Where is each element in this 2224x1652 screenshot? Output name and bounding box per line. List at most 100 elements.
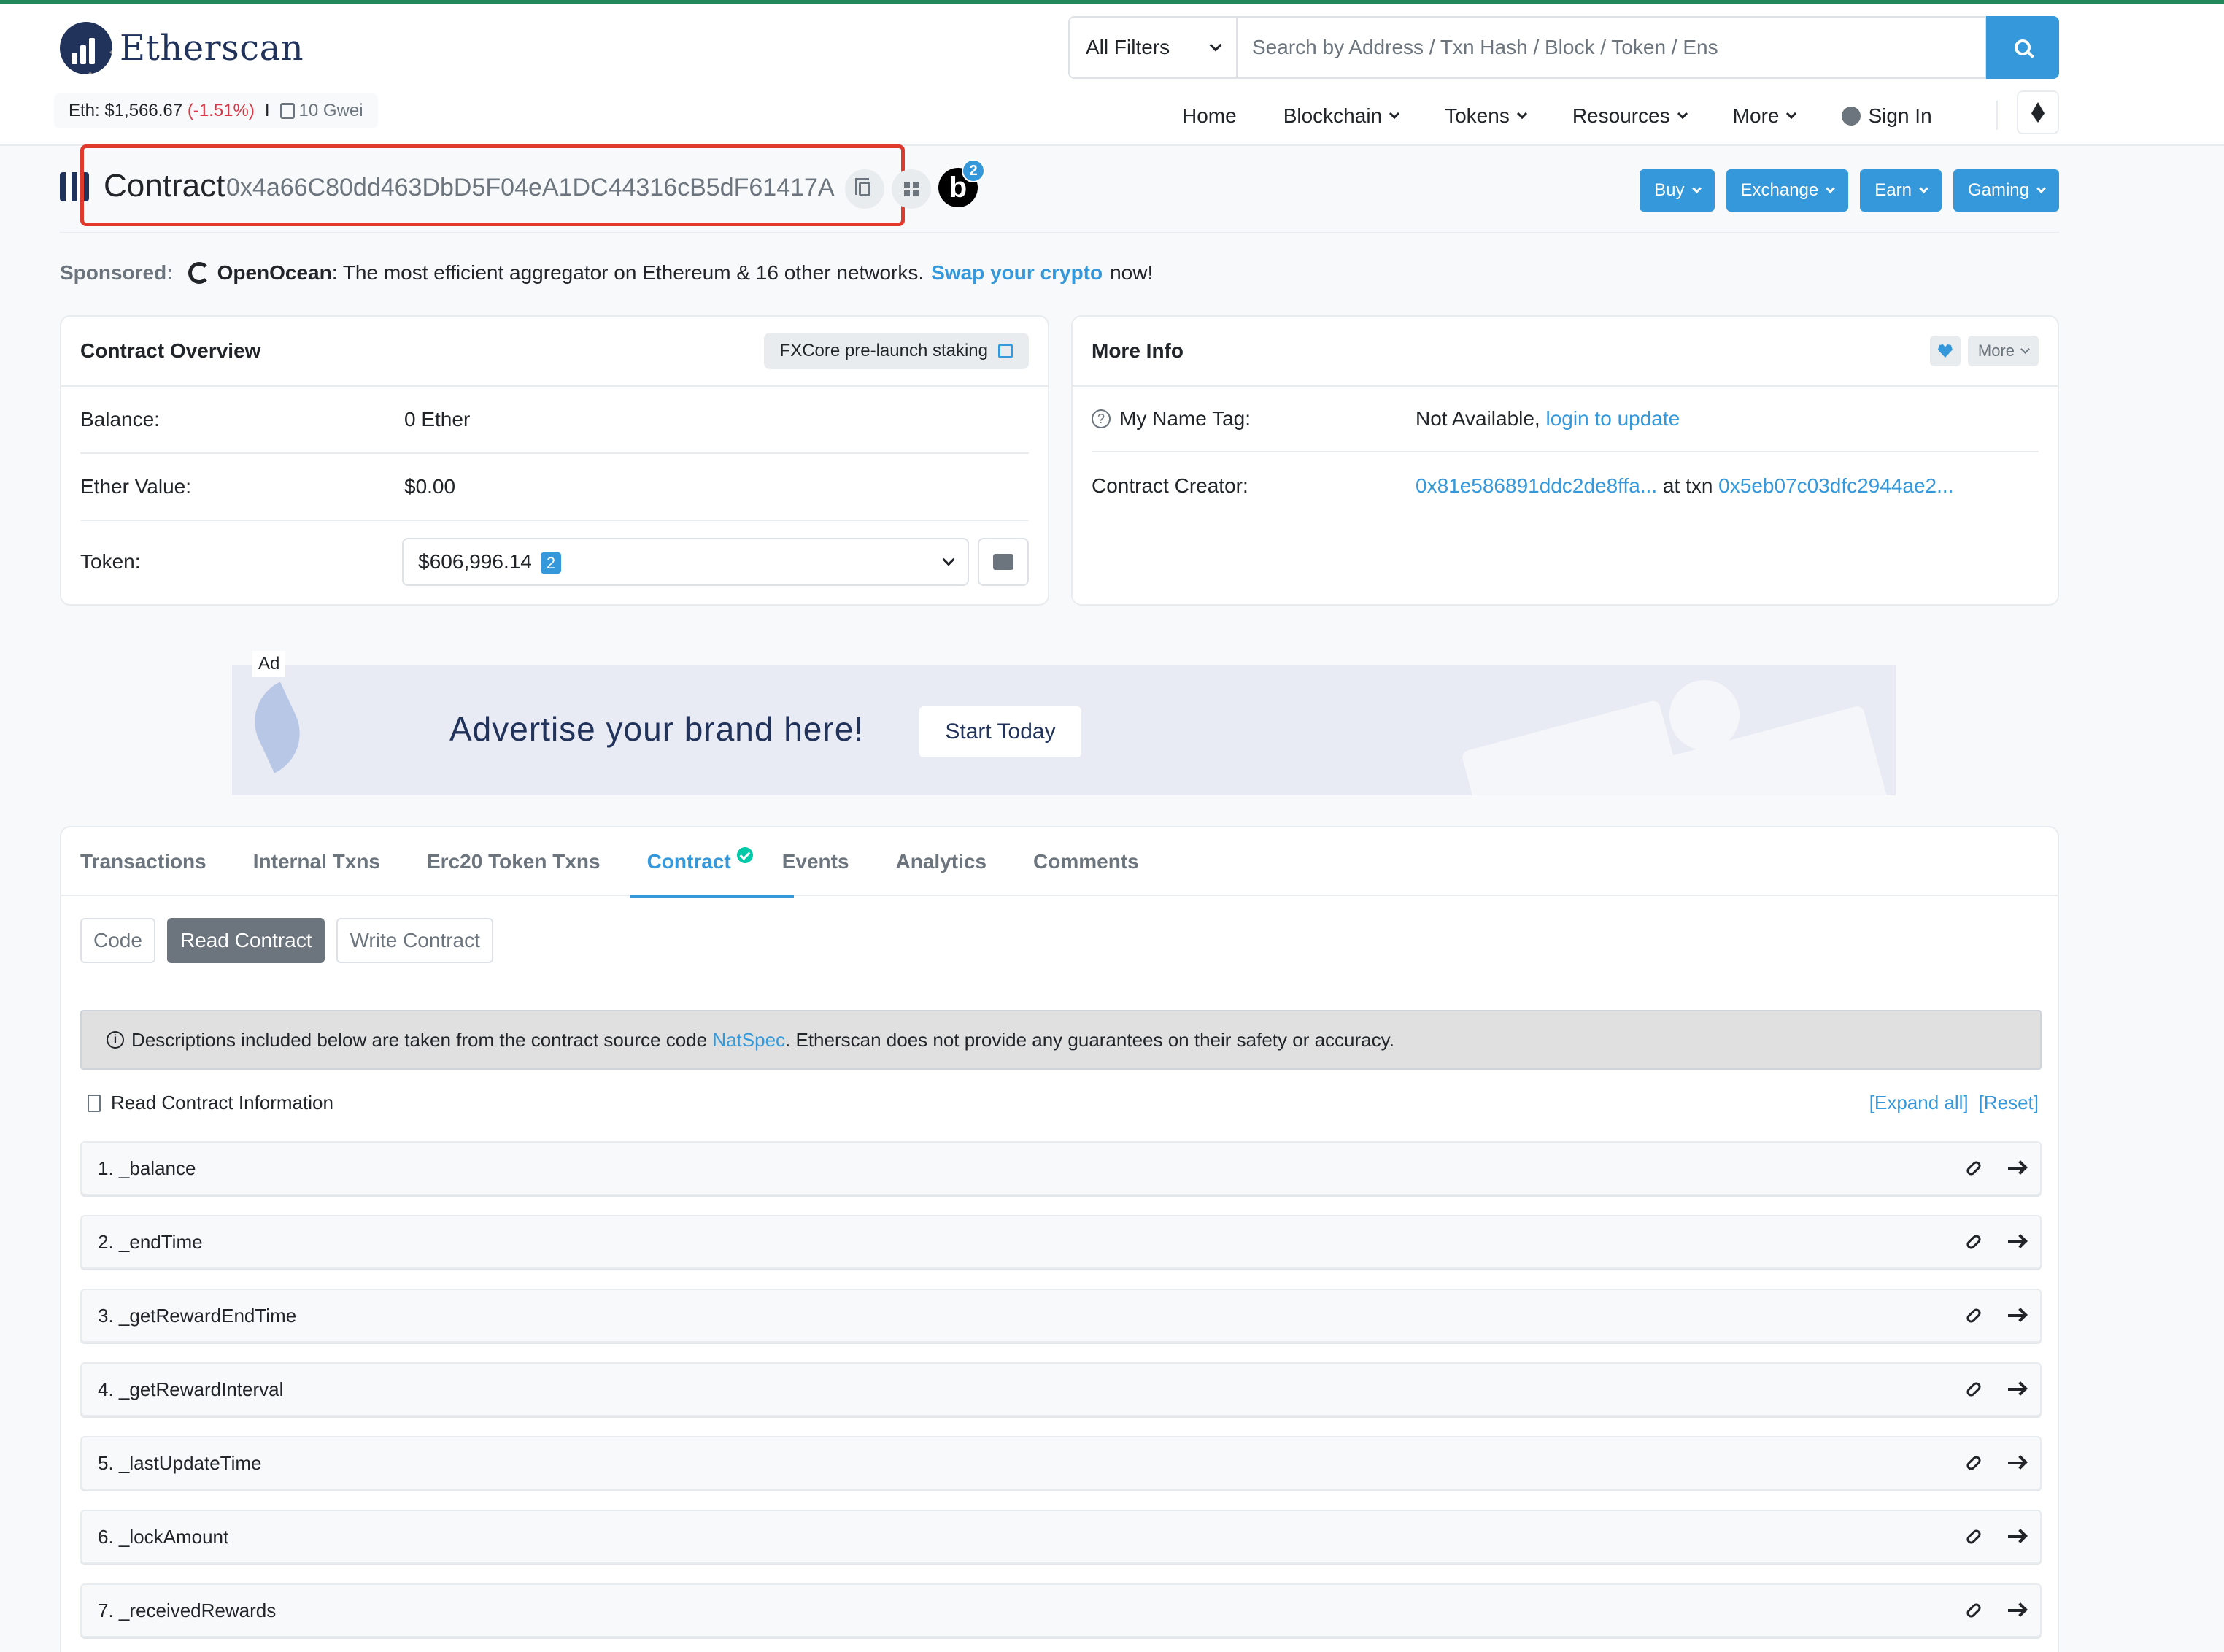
- heart-icon: [1937, 344, 1953, 358]
- qr-code-button[interactable]: [892, 169, 931, 209]
- contract-creator-row: Contract Creator: 0x81e586891ddc2de8ffa.…: [1092, 452, 2039, 520]
- function-row[interactable]: 3. _getRewardEndTime: [80, 1289, 2042, 1343]
- chevron-down-icon: [1786, 108, 1797, 120]
- copy-address-button[interactable]: [845, 169, 884, 209]
- sponsored-banner: Sponsored: OpenOcean: The most efficient…: [60, 261, 1153, 285]
- qr-code-icon: [904, 182, 919, 196]
- search-filter-select[interactable]: All Filters: [1068, 16, 1236, 79]
- natspec-notice: i Descriptions included below are taken …: [80, 1010, 2042, 1070]
- exchange-button[interactable]: Exchange: [1726, 169, 1849, 212]
- ad-start-today-button[interactable]: Start Today: [919, 706, 1081, 757]
- search-bar: All Filters: [1068, 16, 2059, 79]
- ad-decoration: [1669, 680, 1740, 750]
- link-icon[interactable]: [1964, 1159, 1983, 1178]
- ad-banner[interactable]: Advertise your brand here! Start Today: [232, 665, 1896, 795]
- eth-price: Eth: $1,566.67 (-1.51%): [69, 101, 255, 120]
- tab-internal-txns[interactable]: Internal Txns: [253, 827, 380, 896]
- link-icon[interactable]: [1964, 1527, 1983, 1546]
- nav-resources[interactable]: Resources: [1572, 104, 1688, 128]
- arrow-right-icon[interactable]: [2008, 1240, 2024, 1243]
- tab-contract[interactable]: Contract: [629, 827, 794, 898]
- nav-blockchain[interactable]: Blockchain: [1283, 104, 1400, 128]
- gaming-button[interactable]: Gaming: [1953, 169, 2059, 212]
- nav-more[interactable]: More: [1733, 104, 1797, 128]
- link-icon[interactable]: [1964, 1232, 1983, 1251]
- price-separator: I: [264, 101, 270, 120]
- function-row[interactable]: 4. _getRewardInterval: [80, 1362, 2042, 1416]
- expand-all-link[interactable]: [Expand all]: [1869, 1092, 1969, 1114]
- token-holdings-select[interactable]: $606,996.14 2: [402, 538, 970, 586]
- search-icon: [2015, 39, 2031, 55]
- contract-address: 0x4a66C80dd463DbD5F04eA1DC44316cB5dF6141…: [226, 174, 835, 201]
- link-icon[interactable]: [1964, 1380, 1983, 1399]
- expand-reset-links: [Expand all] [Reset]: [1869, 1092, 2039, 1114]
- page-title: Contract: [104, 168, 225, 204]
- token-wallet-button[interactable]: [978, 538, 1029, 586]
- verified-check-icon: [736, 847, 753, 863]
- arrow-right-icon[interactable]: [2008, 1314, 2024, 1317]
- wallet-icon: [993, 554, 1014, 570]
- contract-tabs-panel: Transactions Internal Txns Erc20 Token T…: [60, 826, 2059, 1652]
- tab-comments[interactable]: Comments: [1033, 827, 1139, 896]
- sign-in-link[interactable]: Sign In: [1842, 104, 1932, 128]
- eth-price-box: Eth: $1,566.67 (-1.51%) I 10 Gwei: [54, 93, 378, 128]
- document-icon: [88, 1094, 101, 1112]
- more-dropdown[interactable]: More: [1967, 336, 2039, 366]
- etherscan-logo-icon: [60, 22, 112, 74]
- user-icon: [1842, 107, 1861, 126]
- eth-price-change: (-1.51%): [187, 101, 255, 120]
- token-count-badge: 2: [540, 552, 562, 574]
- tab-transactions[interactable]: Transactions: [80, 827, 206, 896]
- natspec-link[interactable]: NatSpec: [712, 1029, 785, 1051]
- function-row[interactable]: 2. _endTime: [80, 1215, 2042, 1269]
- search-button[interactable]: [1986, 16, 2059, 79]
- read-contract-info: Read Contract Information: [88, 1092, 333, 1114]
- nav-home[interactable]: Home: [1182, 104, 1237, 128]
- search-input[interactable]: [1236, 16, 1986, 79]
- ad-text: Advertise your brand here!: [449, 710, 865, 748]
- sponsor-link[interactable]: Swap your crypto: [931, 261, 1103, 285]
- contract-overview-card: Contract Overview FXCore pre-launch stak…: [60, 315, 1049, 606]
- nav-tokens[interactable]: Tokens: [1445, 104, 1527, 128]
- network-switch-button[interactable]: [2017, 90, 2059, 134]
- reset-link[interactable]: [Reset]: [1979, 1092, 2039, 1114]
- function-row[interactable]: 5. _lastUpdateTime: [80, 1436, 2042, 1490]
- more-info-card: More Info More ? My Name Tag: Not Availab…: [1071, 315, 2059, 606]
- earn-button[interactable]: Earn: [1860, 169, 1942, 212]
- function-row[interactable]: 7. _receivedRewards: [80, 1583, 2042, 1637]
- copy-icon: [855, 178, 870, 196]
- creator-address-link[interactable]: 0x81e586891ddc2de8ffa...: [1416, 474, 1657, 497]
- login-to-update-link[interactable]: login to update: [1546, 407, 1680, 430]
- arrow-right-icon[interactable]: [2008, 1462, 2024, 1464]
- favorite-button[interactable]: [1929, 336, 1961, 366]
- link-icon[interactable]: [1964, 1601, 1983, 1620]
- creator-txn-link[interactable]: 0x5eb07c03dfc2944ae2...: [1718, 474, 1953, 497]
- arrow-right-icon[interactable]: [2008, 1609, 2024, 1612]
- buy-button[interactable]: Buy: [1640, 169, 1715, 212]
- balance-label: Balance:: [80, 408, 160, 431]
- function-row[interactable]: 1. _balance: [80, 1141, 2042, 1195]
- link-icon[interactable]: [1964, 1306, 1983, 1325]
- etherscan-logo[interactable]: Etherscan: [60, 22, 304, 74]
- openocean-icon: [188, 262, 210, 284]
- tab-bar: Transactions Internal Txns Erc20 Token T…: [61, 827, 2058, 898]
- tab-analytics[interactable]: Analytics: [896, 827, 987, 896]
- chevron-down-icon: [1516, 108, 1527, 120]
- tab-erc20-token-txns[interactable]: Erc20 Token Txns: [427, 827, 601, 896]
- ethereum-icon: [2031, 102, 2045, 123]
- gas-price[interactable]: 10 Gwei: [279, 101, 363, 121]
- action-buttons: Buy Exchange Earn Gaming: [1640, 169, 2059, 212]
- name-tag-chip[interactable]: FXCore pre-launch staking: [763, 333, 1029, 369]
- subtab-write-contract[interactable]: Write Contract: [336, 918, 493, 963]
- chevron-down-icon: [1389, 108, 1400, 120]
- function-row[interactable]: 6. _lockAmount: [80, 1510, 2042, 1564]
- subtab-code[interactable]: Code: [80, 918, 155, 963]
- arrow-right-icon[interactable]: [2008, 1388, 2024, 1391]
- arrow-right-icon[interactable]: [2008, 1535, 2024, 1538]
- subtab-read-contract[interactable]: Read Contract: [166, 918, 325, 963]
- arrow-right-icon[interactable]: [2008, 1167, 2024, 1170]
- ether-value: $0.00: [404, 475, 456, 498]
- token-row: Token: $606,996.14 2: [80, 521, 1029, 603]
- tab-events[interactable]: Events: [782, 827, 849, 896]
- link-icon[interactable]: [1964, 1454, 1983, 1472]
